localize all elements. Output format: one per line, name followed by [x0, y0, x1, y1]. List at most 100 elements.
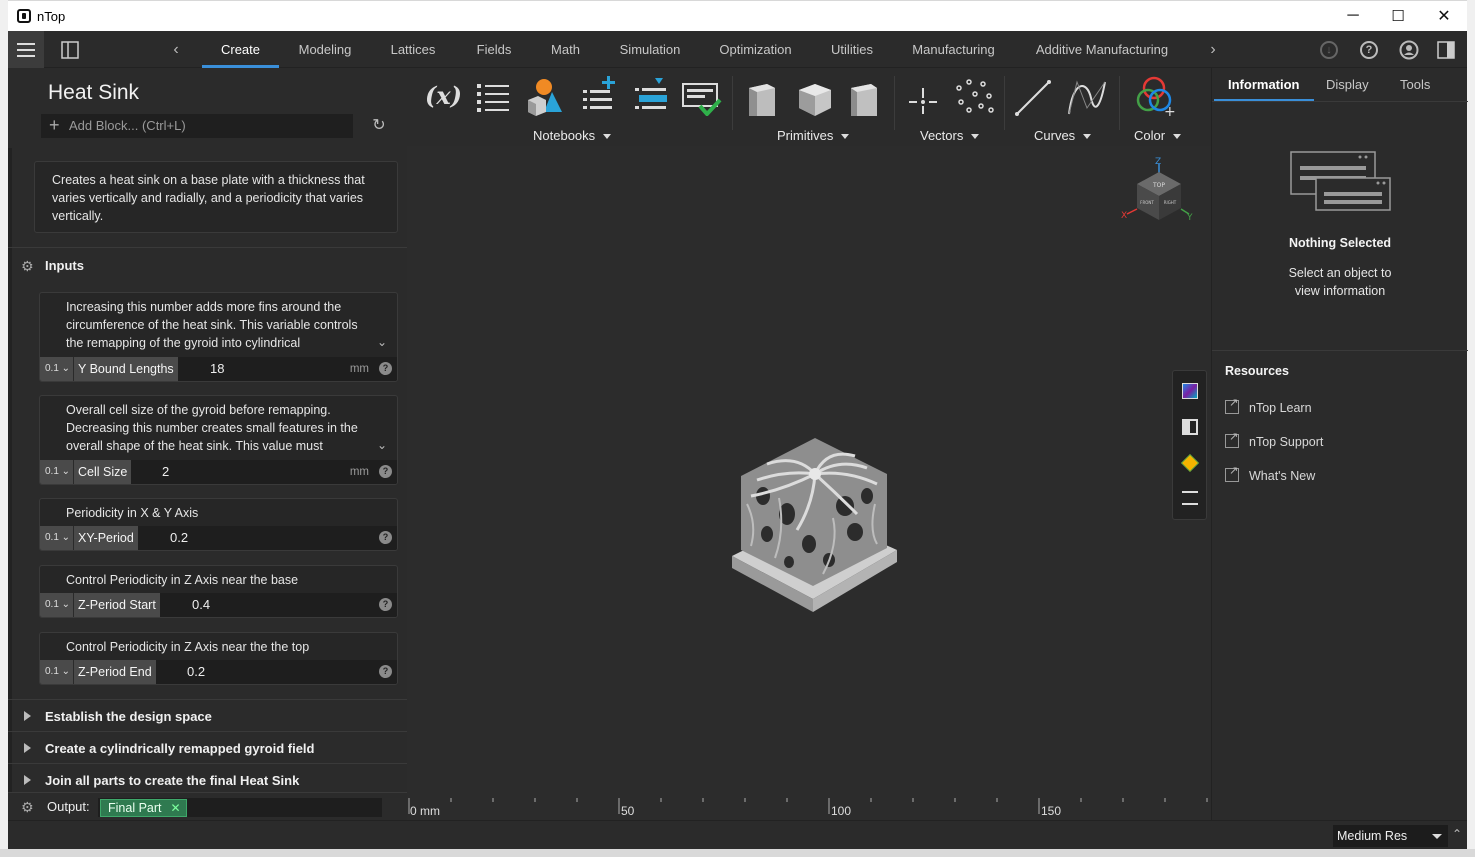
- input-description: Overall cell size of the gyroid before r…: [66, 403, 358, 453]
- type-selector-button[interactable]: 0.1 ⌄: [40, 660, 74, 684]
- ribbon-group-color[interactable]: Color: [1134, 128, 1181, 143]
- link-whats-new[interactable]: What's New: [1225, 464, 1315, 483]
- ribbon-group-primitives[interactable]: Primitives: [777, 128, 849, 143]
- tabs-scroll-right-icon[interactable]: ›: [1198, 31, 1228, 68]
- type-selector-button[interactable]: 0.1 ⌄: [40, 593, 74, 617]
- window-title: nTop: [37, 9, 66, 24]
- param-value-input[interactable]: 0.2: [164, 526, 369, 550]
- measure-icon[interactable]: [1182, 491, 1198, 505]
- tab-modeling[interactable]: Modeling: [290, 31, 360, 68]
- download-button[interactable]: ↓: [1311, 31, 1347, 68]
- help-icon[interactable]: ?: [379, 598, 392, 611]
- close-button[interactable]: ✕: [1421, 1, 1467, 31]
- sync-icon[interactable]: ↻: [370, 117, 388, 135]
- heat-sink-model[interactable]: [727, 434, 902, 616]
- color-button[interactable]: +: [1134, 74, 1176, 120]
- axis-z-label: Z: [1155, 157, 1161, 167]
- insert-list-button[interactable]: [631, 74, 671, 116]
- help-button[interactable]: ?: [1351, 31, 1387, 68]
- param-name: Cell Size: [74, 460, 132, 484]
- tab-information[interactable]: Information: [1214, 68, 1314, 101]
- ribbon-group-vectors[interactable]: Vectors: [920, 128, 979, 143]
- taskbar-strip: [0, 849, 1475, 857]
- param-value-input[interactable]: 18: [204, 357, 344, 381]
- check-notebook-icon: [682, 83, 722, 117]
- type-selector-button[interactable]: 0.1 ⌄: [40, 460, 74, 484]
- chevron-down-icon[interactable]: ⌄: [375, 438, 389, 452]
- param-value-input[interactable]: 0.2: [181, 660, 369, 684]
- tab-additive-manufacturing[interactable]: Additive Manufacturing: [1027, 31, 1177, 68]
- inputs-section-header[interactable]: ⚙ Inputs: [8, 247, 407, 283]
- curve-button[interactable]: [1065, 74, 1106, 116]
- add-list-button[interactable]: [579, 74, 619, 116]
- remove-output-icon[interactable]: ✕: [170, 800, 180, 816]
- tabs-scroll-left-icon[interactable]: ‹: [161, 31, 191, 68]
- link-ntop-learn[interactable]: nTop Learn: [1225, 396, 1312, 415]
- help-icon[interactable]: ?: [379, 665, 392, 678]
- section-establish-design-space[interactable]: Establish the design space: [8, 699, 407, 731]
- help-icon[interactable]: ?: [379, 362, 392, 375]
- resources-title: Resources: [1225, 364, 1289, 378]
- point-button[interactable]: [905, 74, 945, 116]
- tab-create[interactable]: Create: [202, 31, 279, 68]
- prism-primitive-button[interactable]: [845, 74, 885, 120]
- external-link-icon: [1225, 464, 1239, 482]
- tab-manufacturing[interactable]: Manufacturing: [905, 31, 1002, 68]
- section-remapped-gyroid-field[interactable]: Create a cylindrically remapped gyroid f…: [8, 731, 407, 763]
- tab-tools[interactable]: Tools: [1400, 68, 1430, 101]
- output-bar: ⚙ Output: Final Part ✕: [8, 792, 407, 820]
- nothing-selected-icon: [1290, 151, 1391, 211]
- account-button[interactable]: [1391, 31, 1427, 68]
- minimize-button[interactable]: ─: [1330, 1, 1376, 31]
- right-panel-toggle-button[interactable]: [1428, 31, 1464, 68]
- chevron-up-icon[interactable]: ⌃: [1450, 827, 1464, 841]
- output-chip[interactable]: Final Part ✕: [100, 799, 187, 817]
- ribbon-group-notebooks[interactable]: Notebooks: [533, 128, 611, 143]
- type-selector-button[interactable]: 0.1 ⌄: [40, 526, 74, 550]
- object-color-icon[interactable]: [1180, 453, 1200, 473]
- list-icon: [477, 84, 509, 112]
- point-cloud-button[interactable]: [953, 74, 994, 116]
- ribbon-group-curves[interactable]: Curves: [1034, 128, 1091, 143]
- tab-lattices[interactable]: Lattices: [379, 31, 447, 68]
- 3d-viewport[interactable]: Z X Y TOP FRONT RIGHT 0 mm 50 100 150: [407, 146, 1211, 820]
- param-value-input[interactable]: 2: [156, 460, 346, 484]
- line-button[interactable]: [1013, 74, 1053, 116]
- shapes-block-button[interactable]: [524, 74, 564, 116]
- tab-optimization[interactable]: Optimization: [713, 31, 798, 68]
- tab-utilities[interactable]: Utilities: [822, 31, 882, 68]
- panel-toggle-button[interactable]: [52, 31, 88, 68]
- link-ntop-support[interactable]: nTop Support: [1225, 430, 1323, 449]
- section-label: Join all parts to create the final Heat …: [45, 773, 300, 788]
- status-bar: Medium Res ⌃: [8, 820, 1467, 849]
- expand-triangle-icon: [24, 743, 31, 753]
- ntop-logo-icon: [17, 9, 31, 23]
- section-join-all-parts[interactable]: Join all parts to create the final Heat …: [8, 763, 407, 795]
- tab-display[interactable]: Display: [1326, 68, 1369, 101]
- cube-primitive-button[interactable]: [795, 74, 835, 116]
- viewport-toolbar: [1172, 370, 1207, 520]
- param-value-input[interactable]: 0.4: [186, 593, 369, 617]
- hamburger-menu-button[interactable]: [8, 31, 44, 68]
- list-block-button[interactable]: [473, 74, 513, 116]
- help-icon[interactable]: ?: [379, 531, 392, 544]
- input-block-xy-period: Periodicity in X & Y Axis 0.1 ⌄ XY-Perio…: [39, 498, 398, 551]
- nothing-selected-title: Nothing Selected: [1288, 236, 1392, 250]
- variable-block-button[interactable]: (x): [421, 74, 462, 116]
- ribbon-separator: [894, 76, 895, 130]
- add-block-input[interactable]: Add Block... (Ctrl+L): [41, 113, 353, 138]
- type-selector-button[interactable]: 0.1 ⌄: [40, 357, 74, 381]
- section-view-icon[interactable]: [1182, 419, 1198, 435]
- box-primitive-button[interactable]: [743, 74, 783, 120]
- validate-button[interactable]: [680, 74, 722, 117]
- render-mode-icon[interactable]: [1182, 383, 1198, 399]
- tab-fields[interactable]: Fields: [468, 31, 520, 68]
- tab-simulation[interactable]: Simulation: [612, 31, 688, 68]
- resolution-select[interactable]: Medium Res: [1333, 825, 1448, 847]
- tab-math[interactable]: Math: [543, 31, 588, 68]
- chevron-down-icon[interactable]: ⌄: [375, 335, 389, 349]
- app-header: ‹ Create Modeling Lattices Fields Math S…: [8, 31, 1467, 68]
- help-icon[interactable]: ?: [379, 465, 392, 478]
- view-cube[interactable]: Z X Y TOP FRONT RIGHT: [1119, 154, 1199, 234]
- maximize-button[interactable]: ☐: [1375, 1, 1421, 31]
